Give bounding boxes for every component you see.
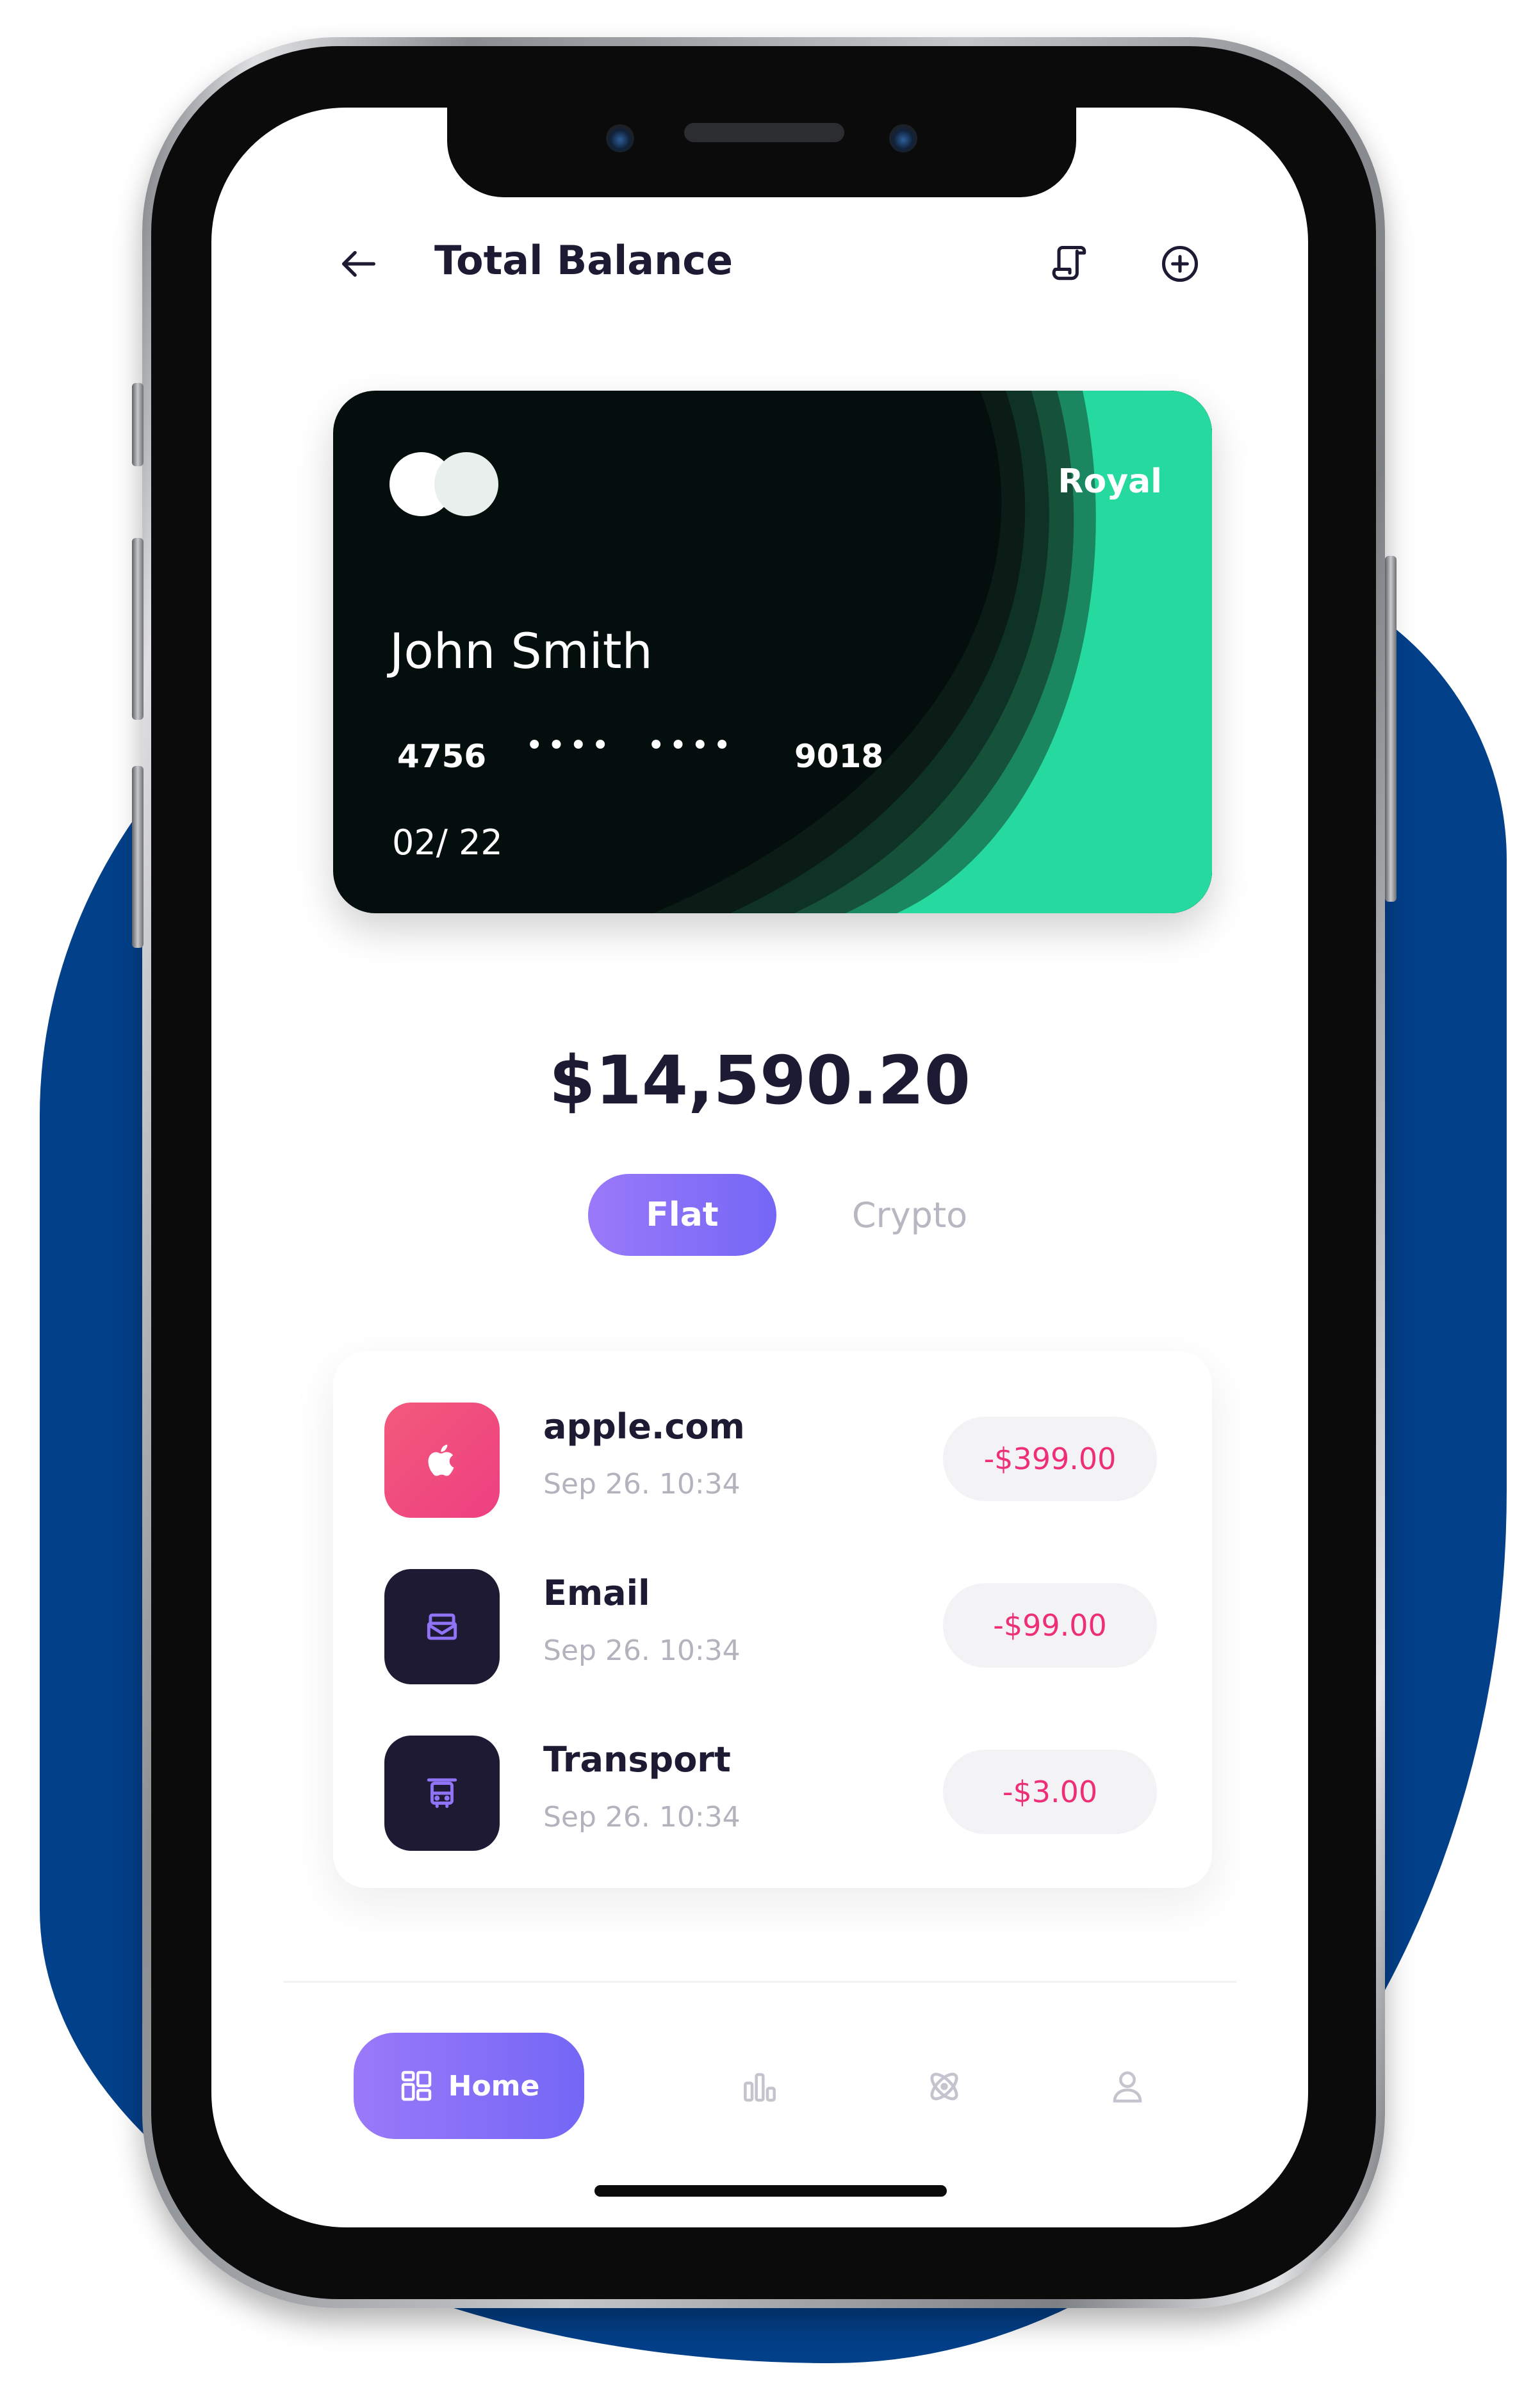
mail-icon xyxy=(427,1613,457,1640)
transaction-name: apple.com xyxy=(543,1406,745,1447)
transaction-row[interactable]: apple.com Sep 26. 10:34 -$399.00 xyxy=(333,1403,1212,1518)
plus-circle-icon xyxy=(1161,245,1199,282)
bus-icon xyxy=(427,1778,457,1809)
card-tier: Royal xyxy=(1058,462,1162,501)
add-button[interactable] xyxy=(1154,238,1206,289)
transaction-time: Sep 26. 10:34 xyxy=(543,1468,741,1501)
transaction-icon-tile xyxy=(384,1569,500,1684)
back-button[interactable] xyxy=(333,238,384,289)
canvas: Total Balance Royal John Smith 4756 ••••… xyxy=(0,0,1540,2408)
volume-down-button xyxy=(132,766,143,948)
card-network-logo xyxy=(389,452,498,516)
card-number-end: 9018 xyxy=(794,738,884,775)
card-expiry: 02/ 22 xyxy=(392,822,503,863)
apple-icon xyxy=(428,1444,454,1476)
volume-up-button xyxy=(132,538,143,720)
tab-flat[interactable]: Flat xyxy=(588,1174,776,1256)
dashboard-icon xyxy=(401,2070,431,2101)
nav-profile-button[interactable] xyxy=(1095,2054,1159,2119)
transaction-amount: -$399.00 xyxy=(943,1417,1157,1501)
transaction-amount: -$3.00 xyxy=(943,1750,1157,1834)
phone-screen: Total Balance Royal John Smith 4756 ••••… xyxy=(211,108,1308,2227)
nav-home-label: Home xyxy=(448,2069,540,2103)
stats-icon xyxy=(744,2073,776,2102)
power-button xyxy=(1385,556,1397,902)
transaction-row[interactable]: Transport Sep 26. 10:34 -$3.00 xyxy=(333,1736,1212,1851)
transaction-row[interactable]: Email Sep 26. 10:34 -$99.00 xyxy=(333,1569,1212,1684)
card-number-masked-1: •••• xyxy=(525,728,614,763)
total-balance-amount: $14,590.20 xyxy=(549,1041,971,1119)
nav-explore-button[interactable] xyxy=(912,2054,976,2119)
transaction-icon-tile xyxy=(384,1403,500,1518)
transaction-time: Sep 26. 10:34 xyxy=(543,1634,741,1667)
credit-card[interactable]: Royal John Smith 4756 •••• •••• 9018 02/… xyxy=(333,391,1212,913)
sensor-lens-icon xyxy=(889,124,917,152)
arrow-left-icon xyxy=(342,250,375,277)
receipt-icon xyxy=(1052,245,1086,281)
silent-switch xyxy=(132,383,143,466)
camera-lens-icon xyxy=(606,124,634,152)
card-number-masked-2: •••• xyxy=(647,728,735,763)
card-number-start: 4756 xyxy=(397,738,487,775)
speaker-grille xyxy=(684,123,844,142)
transaction-icon-tile xyxy=(384,1736,500,1851)
receipt-button[interactable] xyxy=(1044,238,1095,289)
nav-home-button[interactable]: Home xyxy=(354,2033,584,2139)
transaction-name: Transport xyxy=(543,1739,731,1780)
transaction-name: Email xyxy=(543,1573,650,1613)
atom-icon xyxy=(930,2072,958,2101)
nav-stats-button[interactable] xyxy=(728,2054,792,2119)
page-title: Total Balance xyxy=(434,237,733,284)
nav-divider xyxy=(283,1981,1236,1983)
tab-crypto[interactable]: Crypto xyxy=(826,1174,993,1256)
transaction-amount: -$99.00 xyxy=(943,1583,1157,1668)
notch xyxy=(447,108,1076,197)
transactions-panel: apple.com Sep 26. 10:34 -$399.00 Email S… xyxy=(333,1351,1212,1888)
home-indicator xyxy=(594,2185,947,2197)
user-icon xyxy=(1113,2071,1142,2103)
transaction-time: Sep 26. 10:34 xyxy=(543,1801,741,1834)
card-holder-name: John Smith xyxy=(389,622,653,679)
